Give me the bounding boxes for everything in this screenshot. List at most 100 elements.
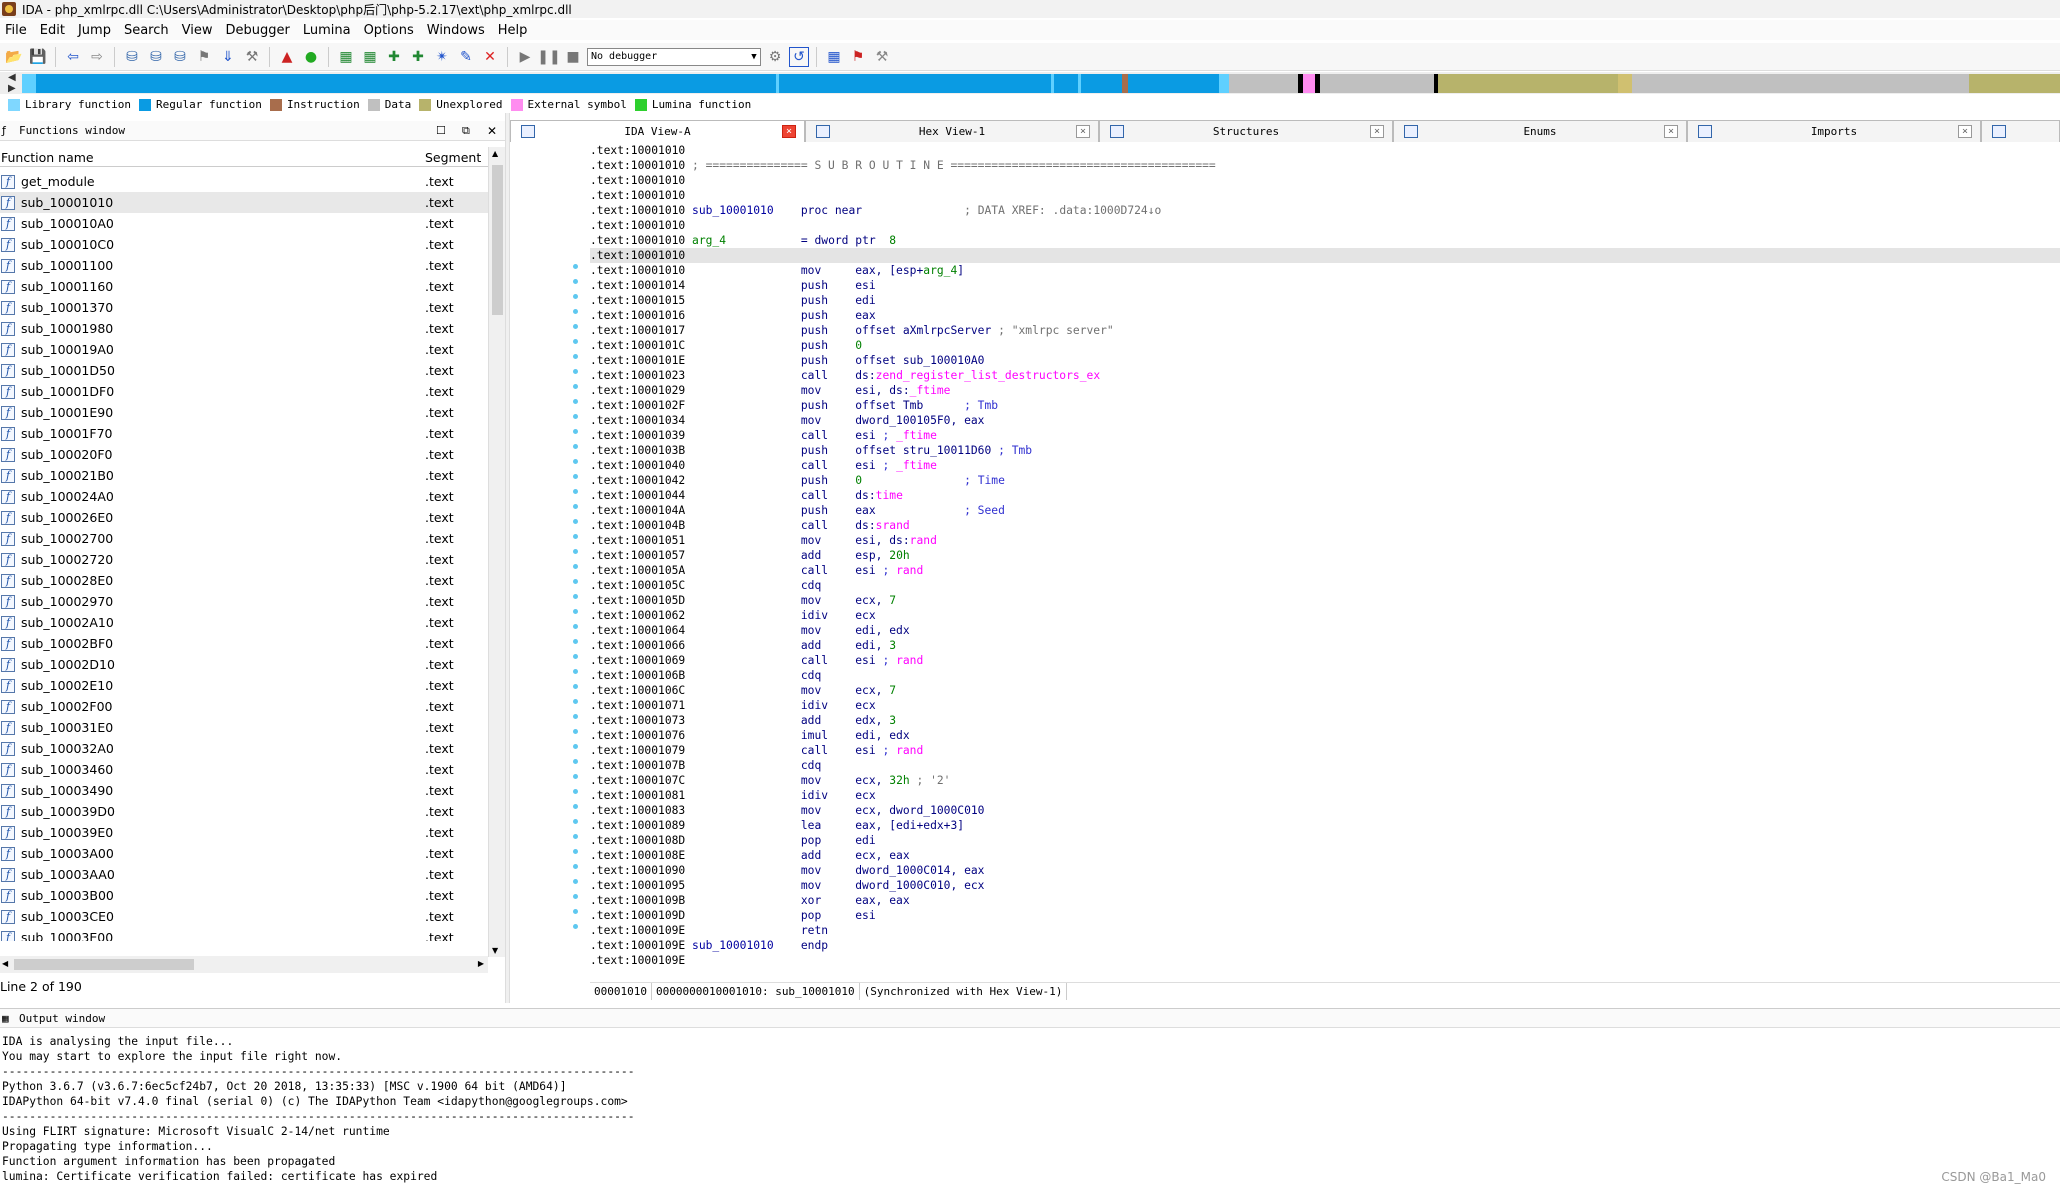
disasm-line[interactable]: .text:10001015 push edi bbox=[590, 293, 2060, 308]
sync-icon[interactable]: ↺ bbox=[789, 46, 809, 67]
disasm-line[interactable]: .text:1000105A call esi ; rand bbox=[590, 563, 2060, 578]
disasm-line[interactable]: .text:10001029 mov esi, ds:_ftime bbox=[590, 383, 2060, 398]
disasm-line[interactable]: .text:1000109B xor eax, eax bbox=[590, 893, 2060, 908]
debugger-select[interactable]: No debugger ▼ bbox=[587, 47, 761, 66]
open-folder-icon[interactable]: 📂 bbox=[4, 47, 24, 67]
menu-debugger[interactable]: Debugger bbox=[220, 23, 297, 38]
tab-close-icon[interactable]: × bbox=[1076, 125, 1090, 138]
tools-icon[interactable]: ⚒ bbox=[872, 47, 892, 67]
disasm-line[interactable]: .text:10001040 call esi ; _ftime bbox=[590, 458, 2060, 473]
function-row[interactable]: f sub_10002D10 .text bbox=[0, 654, 488, 675]
back-arrow-icon[interactable]: ⇦ bbox=[63, 47, 83, 67]
function-row[interactable]: f sub_10003E00 .text bbox=[0, 927, 488, 941]
disasm-line[interactable]: .text:10001081 idiv ecx bbox=[590, 788, 2060, 803]
disasm-line[interactable]: .text:1000109E retn bbox=[590, 923, 2060, 938]
patch-icon[interactable]: ⚒ bbox=[242, 47, 262, 67]
disasm-line[interactable]: .text:10001034 mov dword_100105F0, eax bbox=[590, 413, 2060, 428]
disasm-line[interactable]: .text:1000103B push offset stru_10011D60… bbox=[590, 443, 2060, 458]
tab-new-view[interactable] bbox=[1981, 120, 2060, 142]
column-function-name[interactable]: Function name bbox=[1, 150, 94, 165]
function-row[interactable]: f sub_10002970 .text bbox=[0, 591, 488, 612]
function-row[interactable]: f sub_100010A0 .text bbox=[0, 213, 488, 234]
function-row[interactable]: f sub_100020F0 .text bbox=[0, 444, 488, 465]
disasm-line[interactable]: .text:10001071 idiv ecx bbox=[590, 698, 2060, 713]
function-row[interactable]: f get_module .text bbox=[0, 171, 488, 192]
tab-hex-view-1[interactable]: Hex View-1 × bbox=[805, 120, 1099, 142]
function-row[interactable]: f sub_100031E0 .text bbox=[0, 717, 488, 738]
create-data-icon[interactable]: ▦ bbox=[360, 47, 380, 67]
ida-view-a-disassembly[interactable]: .text:10001010 .text:10001010 ; =========… bbox=[590, 143, 2060, 973]
scroll-down-icon[interactable]: ▼ bbox=[492, 946, 498, 955]
function-row[interactable]: f sub_10003490 .text bbox=[0, 780, 488, 801]
disasm-line[interactable]: .text:10001062 idiv ecx bbox=[590, 608, 2060, 623]
tab-close-icon[interactable]: × bbox=[782, 125, 796, 138]
function-row[interactable]: f sub_10001980 .text bbox=[0, 318, 488, 339]
function-row[interactable]: f sub_100039D0 .text bbox=[0, 801, 488, 822]
menu-lumina[interactable]: Lumina bbox=[298, 23, 359, 38]
scroll-up-icon[interactable]: ▲ bbox=[492, 149, 498, 158]
scroll-left-icon[interactable]: ◀ bbox=[2, 959, 8, 968]
disasm-line[interactable]: .text:10001042 push 0 ; Time bbox=[590, 473, 2060, 488]
column-segment[interactable]: Segment bbox=[425, 150, 481, 165]
disasm-line[interactable]: .text:10001066 add edi, 3 bbox=[590, 638, 2060, 653]
disasm-line[interactable]: .text:1000105D mov ecx, 7 bbox=[590, 593, 2060, 608]
add-segment-icon[interactable]: ✚ bbox=[384, 47, 404, 67]
disasm-line[interactable]: .text:1000109E bbox=[590, 953, 2060, 968]
scrollbar-thumb[interactable] bbox=[14, 959, 194, 970]
disasm-line[interactable]: .text:1000104B call ds:srand bbox=[590, 518, 2060, 533]
mark-icon[interactable]: ⚑ bbox=[194, 47, 214, 67]
function-row[interactable]: f sub_10002700 .text bbox=[0, 528, 488, 549]
search-binary-icon[interactable]: ⛁ bbox=[122, 47, 142, 67]
edit-icon[interactable]: ✎ bbox=[456, 47, 476, 67]
function-row[interactable]: f sub_100032A0 .text bbox=[0, 738, 488, 759]
function-row[interactable]: f sub_100039E0 .text bbox=[0, 822, 488, 843]
attach-icon[interactable]: ⚙ bbox=[765, 47, 785, 67]
function-row[interactable]: f sub_100024A0 .text bbox=[0, 486, 488, 507]
disasm-line[interactable]: .text:10001083 mov ecx, dword_1000C010 bbox=[590, 803, 2060, 818]
warning-icon[interactable]: ▲ bbox=[277, 47, 297, 67]
disasm-line[interactable]: .text:10001079 call esi ; rand bbox=[590, 743, 2060, 758]
disasm-line[interactable]: .text:10001023 call ds:zend_register_lis… bbox=[590, 368, 2060, 383]
disasm-line[interactable]: .text:1000101E push offset sub_100010A0 bbox=[590, 353, 2060, 368]
menu-help[interactable]: Help bbox=[493, 23, 536, 38]
menu-options[interactable]: Options bbox=[359, 23, 422, 38]
restore-icon[interactable]: ⧉ bbox=[462, 124, 470, 138]
tab-close-icon[interactable]: × bbox=[1370, 125, 1384, 138]
menu-file[interactable]: File bbox=[0, 23, 35, 38]
disasm-line[interactable]: .text:10001010 bbox=[590, 173, 2060, 188]
tab-enums[interactable]: Enums × bbox=[1393, 120, 1687, 142]
add-icon[interactable]: ✚ bbox=[408, 47, 428, 67]
function-row[interactable]: f sub_10001E90 .text bbox=[0, 402, 488, 423]
function-row[interactable]: f sub_10002E10 .text bbox=[0, 675, 488, 696]
tab-imports[interactable]: Imports × bbox=[1687, 120, 1981, 142]
function-row[interactable]: f sub_10001100 .text bbox=[0, 255, 488, 276]
disasm-line[interactable]: .text:1000107C mov ecx, 32h ; '2' bbox=[590, 773, 2060, 788]
disasm-line[interactable]: .text:10001017 push offset aXmlrpcServer… bbox=[590, 323, 2060, 338]
disasm-line[interactable]: .text:10001073 add edx, 3 bbox=[590, 713, 2060, 728]
disasm-line[interactable]: .text:10001076 imul edi, edx bbox=[590, 728, 2060, 743]
disasm-line[interactable]: .text:1000106B cdq bbox=[590, 668, 2060, 683]
function-row[interactable]: f sub_10003B00 .text bbox=[0, 885, 488, 906]
disasm-line[interactable]: .text:1000109E sub_10001010 endp bbox=[590, 938, 2060, 953]
function-row[interactable]: f sub_10002720 .text bbox=[0, 549, 488, 570]
functions-vertical-scrollbar[interactable]: ▲ ▼ bbox=[488, 147, 505, 957]
disasm-line[interactable]: .text:10001010 bbox=[590, 248, 2060, 263]
disasm-line[interactable]: .text:10001051 mov esi, ds:rand bbox=[590, 533, 2060, 548]
tab-close-icon[interactable]: × bbox=[1958, 125, 1972, 138]
create-function-icon[interactable]: ▦ bbox=[336, 47, 356, 67]
function-row[interactable]: f sub_10002BF0 .text bbox=[0, 633, 488, 654]
close-icon[interactable]: ✕ bbox=[487, 124, 497, 138]
disasm-line[interactable]: .text:1000101C push 0 bbox=[590, 338, 2060, 353]
function-row[interactable]: f sub_100028E0 .text bbox=[0, 570, 488, 591]
structures-icon[interactable]: ▦ bbox=[824, 47, 844, 67]
function-row[interactable]: f sub_10001370 .text bbox=[0, 297, 488, 318]
green-circle-icon[interactable]: ● bbox=[301, 47, 321, 67]
maximize-icon[interactable]: ☐ bbox=[436, 124, 446, 137]
function-row[interactable]: f sub_10002F00 .text bbox=[0, 696, 488, 717]
function-row[interactable]: f sub_100021B0 .text bbox=[0, 465, 488, 486]
forward-arrow-icon[interactable]: ⇨ bbox=[87, 47, 107, 67]
disasm-line[interactable]: .text:1000105C cdq bbox=[590, 578, 2060, 593]
down-arrow-icon[interactable]: ⇓ bbox=[218, 47, 238, 67]
function-row[interactable]: f sub_100026E0 .text bbox=[0, 507, 488, 528]
functions-horizontal-scrollbar[interactable]: ◀ ▶ bbox=[0, 956, 488, 973]
